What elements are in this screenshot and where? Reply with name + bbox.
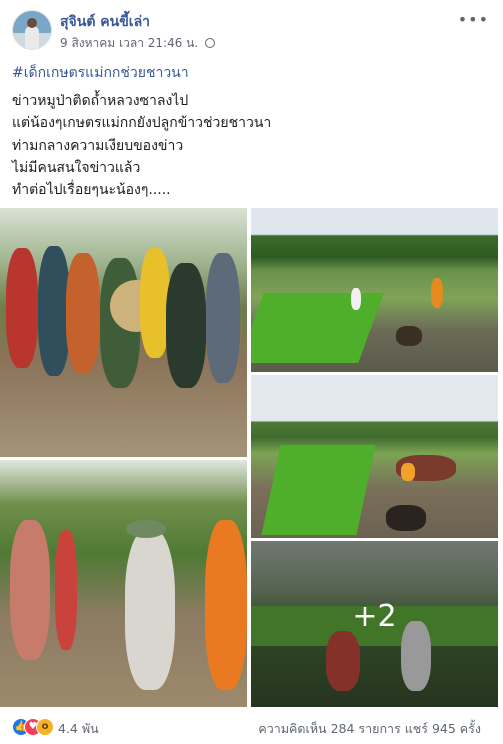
globe-icon xyxy=(205,38,216,48)
shares-count[interactable]: แชร์ 945 ครั้ง xyxy=(405,721,481,736)
photo-more-overlay[interactable]: +2 xyxy=(251,541,498,707)
post-header: สุจินต์ คนขี้เล่า 9 สิงหาคม เวลา 21:46 น… xyxy=(12,10,491,50)
wow-icon: o xyxy=(36,718,54,736)
post-text: ข่าวหมูป่าติดถ้ำหลวงซาลงไป แต่น้องๆเกษตร… xyxy=(12,90,482,201)
reaction-icons[interactable]: 👍 ♥ o xyxy=(12,718,62,736)
reaction-count[interactable]: 4.4 พัน xyxy=(58,719,99,739)
photo-rice-field-2[interactable] xyxy=(251,375,498,538)
photo-villagers-path[interactable] xyxy=(0,460,247,707)
post-footer: 👍 ♥ o 4.4 พัน ความคิดเห็น 284 รายการ แชร… xyxy=(12,716,491,740)
avatar[interactable] xyxy=(12,10,52,50)
post-text-line: ทำต่อไปเรื่อยๆนะน้องๆ..... xyxy=(12,182,171,199)
post-stats: ความคิดเห็น 284 รายการ แชร์ 945 ครั้ง xyxy=(258,719,481,739)
post-text-line: ไม่มีคนสนใจข่าวแล้ว xyxy=(12,159,141,176)
post-text-line: ท่ามกลางความเงียบของข่าว xyxy=(12,137,184,154)
more-options-icon[interactable]: ••• xyxy=(458,10,489,29)
post-text-line: แต่น้องๆเกษตรแม่กกยังปลูกข้าวช่วยชาวนา xyxy=(12,115,272,132)
author-name[interactable]: สุจินต์ คนขี้เล่า xyxy=(60,11,150,33)
post-meta: 9 สิงหาคม เวลา 21:46 น. xyxy=(60,34,216,53)
comments-count[interactable]: ความคิดเห็น 284 รายการ xyxy=(258,721,400,736)
post-text-line: ข่าวหมูป่าติดถ้ำหลวงซาลงไป xyxy=(12,93,189,109)
more-photos-count: +2 xyxy=(352,599,397,634)
facebook-post: สุจินต์ คนขี้เล่า 9 สิงหาคม เวลา 21:46 น… xyxy=(0,0,503,744)
hashtag-link[interactable]: #เด็กเกษตรแม่กกช่วยชาวนา xyxy=(12,62,189,84)
photo-group-students[interactable] xyxy=(0,208,247,457)
photo-rice-field-1[interactable] xyxy=(251,208,498,372)
post-timestamp[interactable]: 9 สิงหาคม เวลา 21:46 น. xyxy=(60,36,198,50)
